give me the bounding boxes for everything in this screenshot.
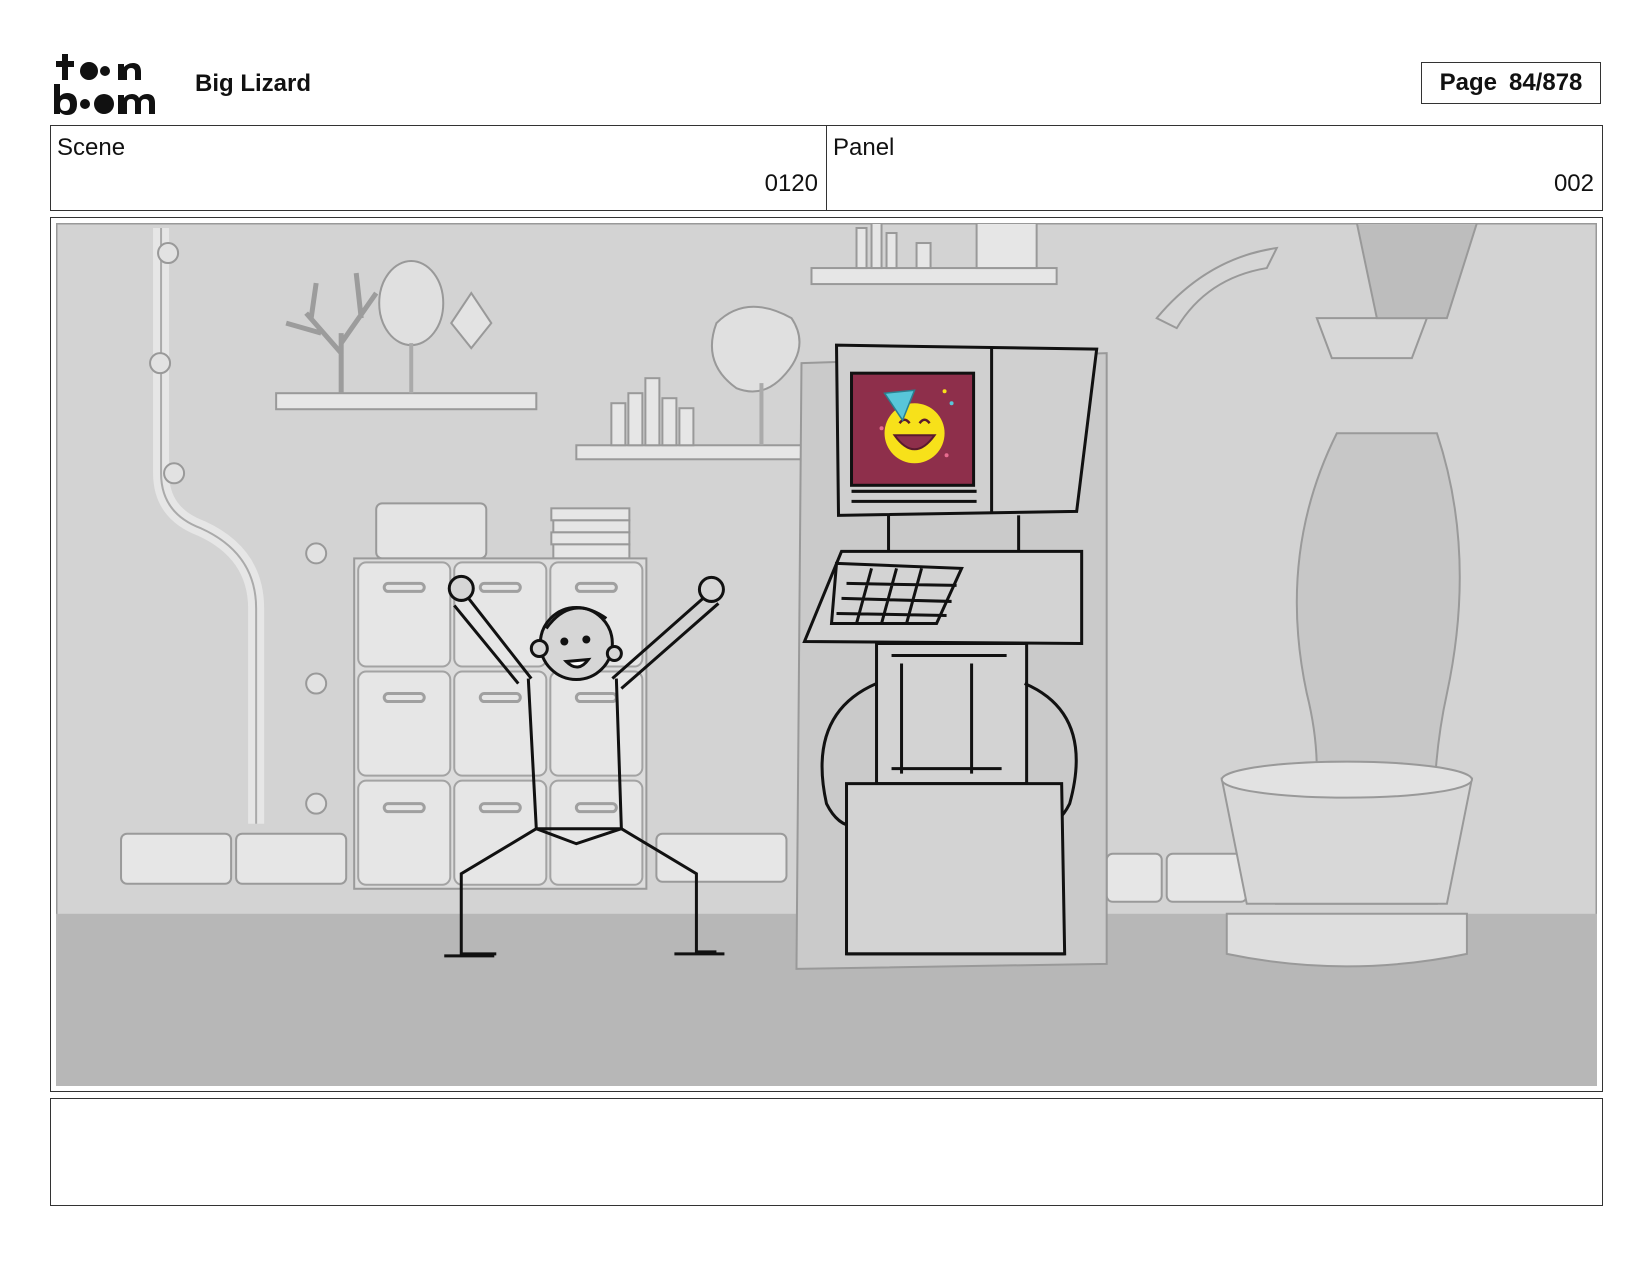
scene-number: 0120 <box>764 170 818 197</box>
panel-number: 002 <box>1553 170 1594 197</box>
lizard-bust <box>378 260 445 347</box>
shelf-left <box>275 392 538 411</box>
storyboard-drawing <box>56 223 1597 1086</box>
toon-boom-logo <box>52 52 172 116</box>
panel-label: Panel <box>833 134 895 161</box>
page-label: Page <box>1439 69 1497 96</box>
toolbox <box>375 502 488 560</box>
drawer-cabinet <box>353 557 648 890</box>
scene-label: Scene <box>57 134 126 161</box>
scene-panel-row: Scene 0120 Panel 002 <box>50 125 1603 211</box>
panel-cell: Panel 002 <box>826 126 1602 210</box>
shelf-top <box>810 267 1058 286</box>
notes-box <box>50 1098 1603 1206</box>
project-title: Big Lizard <box>195 70 312 97</box>
toon-boom-logo-icon <box>54 54 155 115</box>
page-number: 84/878 <box>1508 69 1583 96</box>
page-indicator: Page 84/878 <box>1421 62 1601 104</box>
storyboard-frame <box>50 217 1603 1092</box>
shelf-middle <box>575 444 808 461</box>
scene-cell: Scene 0120 <box>51 126 826 210</box>
